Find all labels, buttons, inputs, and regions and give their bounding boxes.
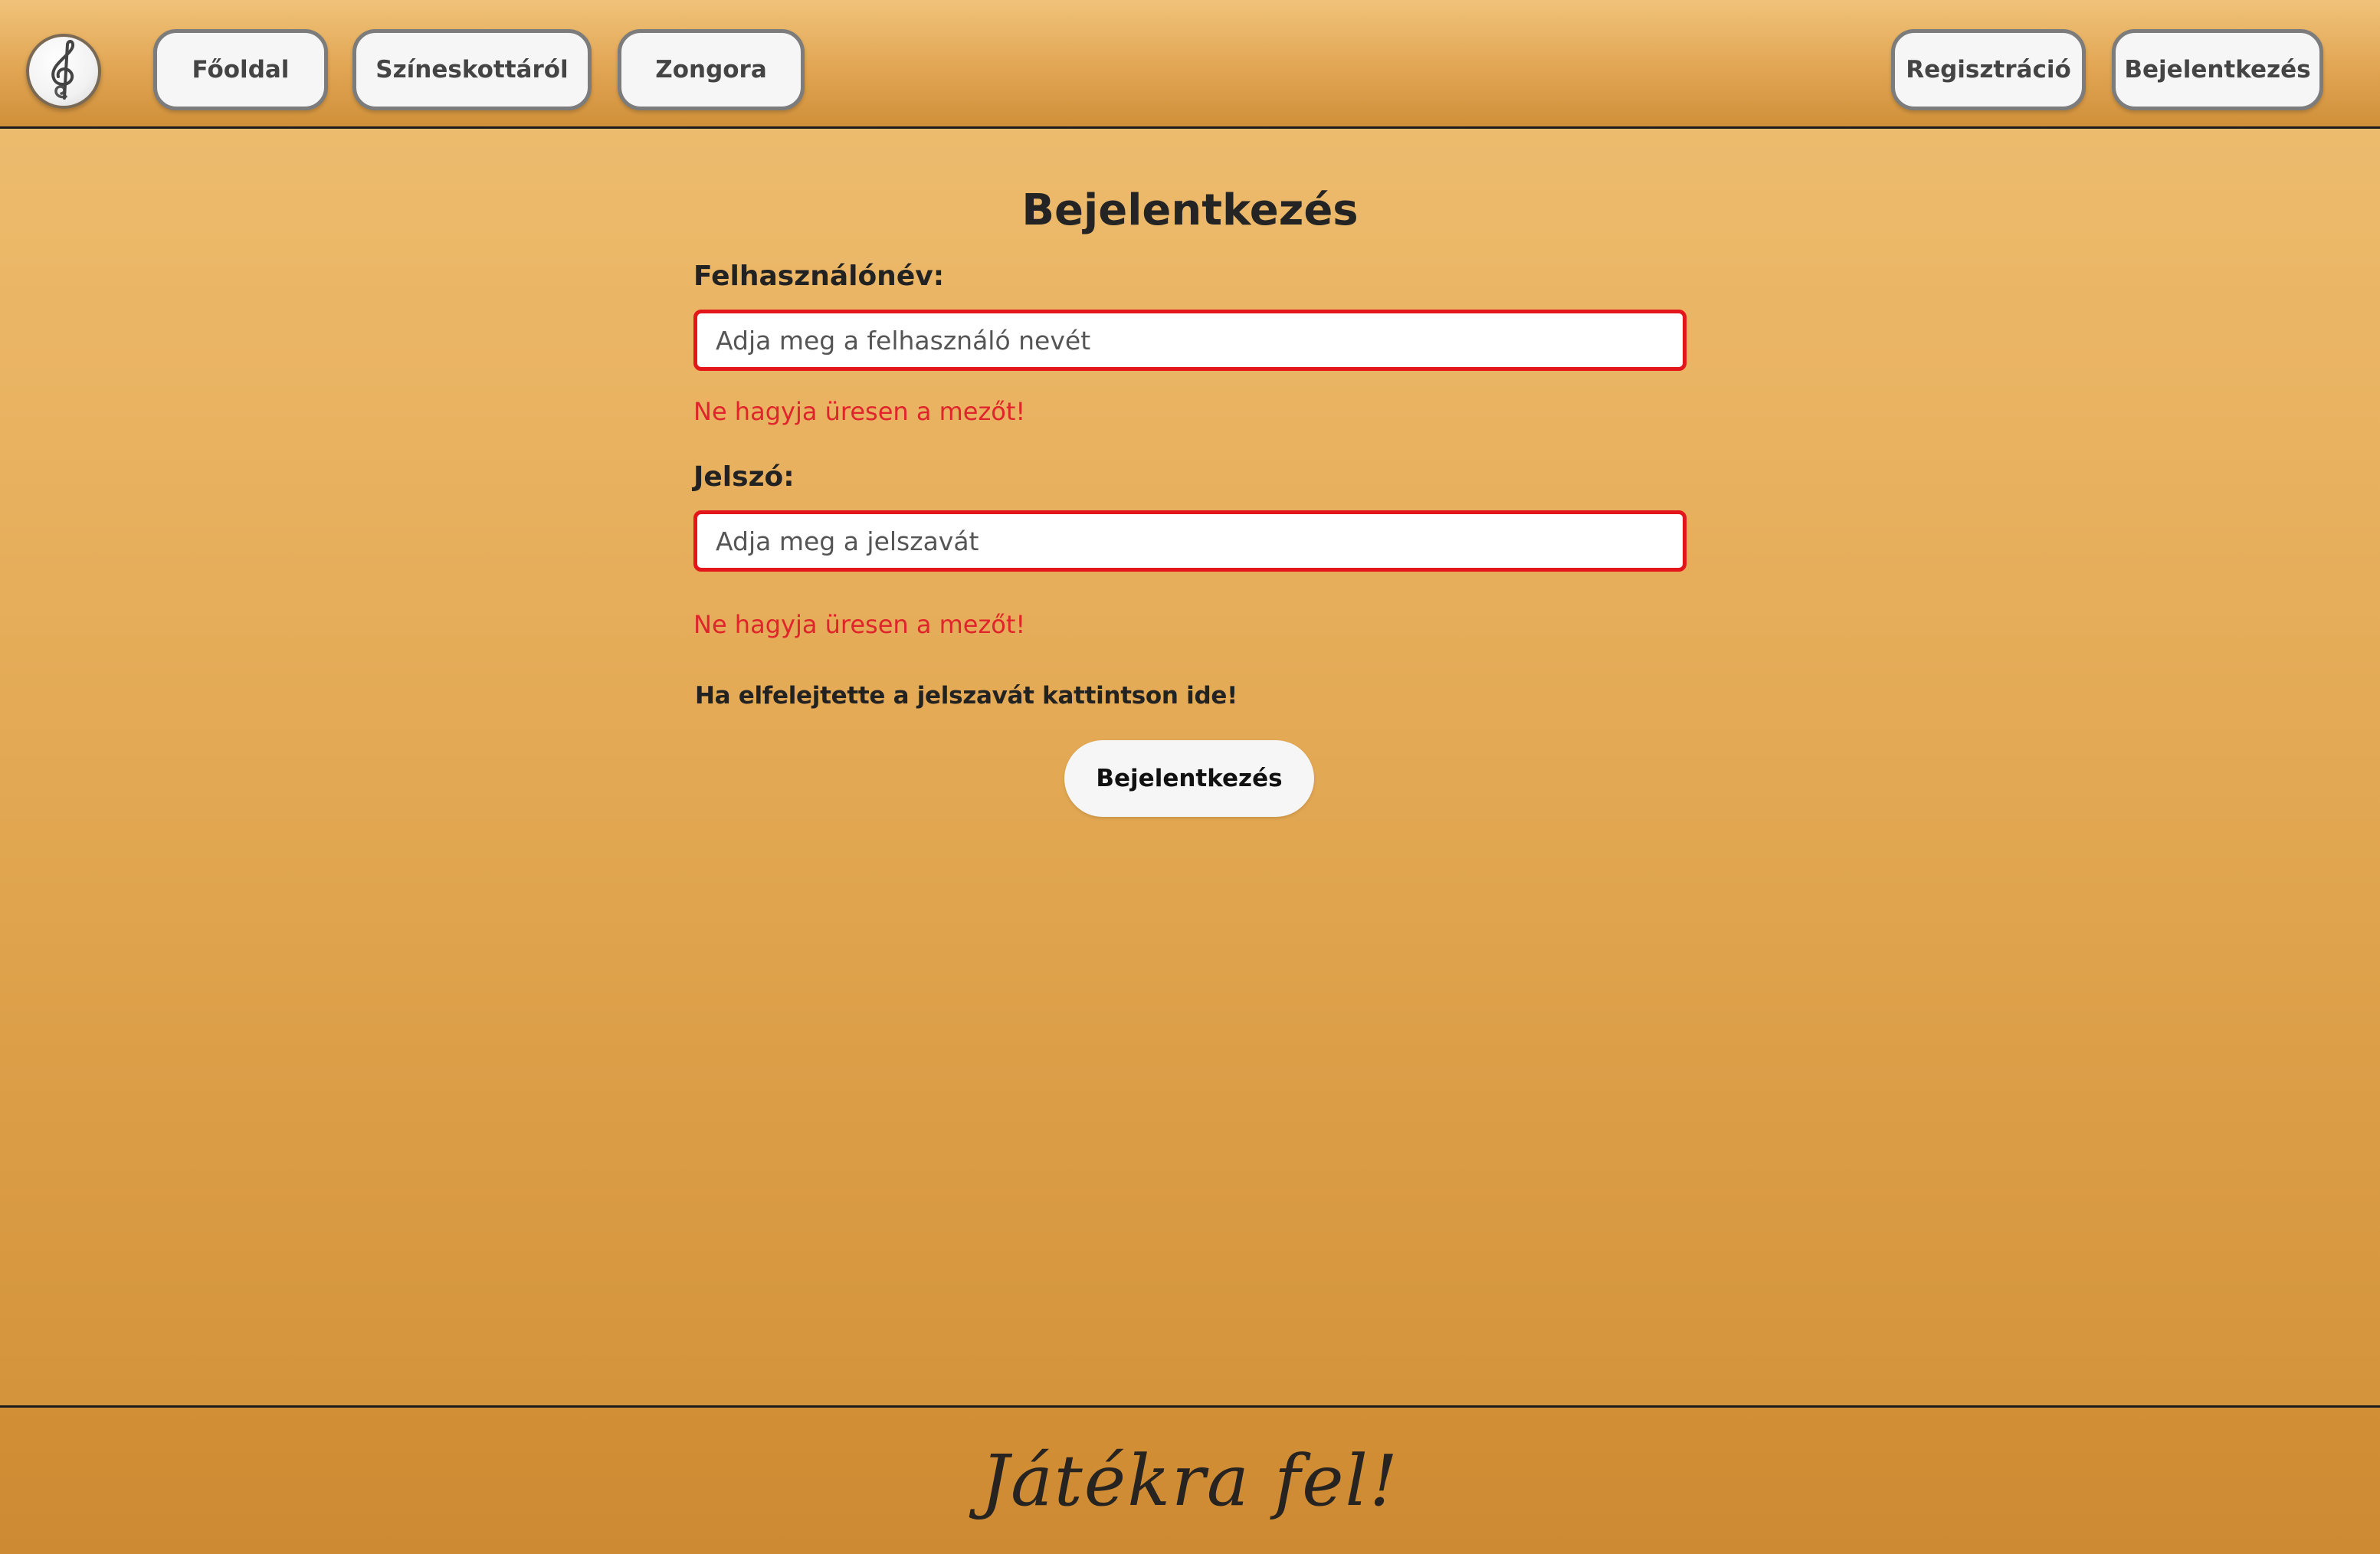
nav-home-button[interactable]: Főoldal	[153, 29, 328, 110]
login-submit-button[interactable]: Bejelentkezés	[1064, 740, 1314, 817]
footer-slogan: Játékra fel!	[981, 1440, 1399, 1522]
username-error-message: Ne hagyja üresen a mezőt!	[693, 397, 1026, 426]
nav-piano-button[interactable]: Zongora	[618, 29, 805, 110]
page-title: Bejelentkezés	[1021, 185, 1359, 235]
treble-clef-icon	[37, 38, 90, 104]
username-input[interactable]	[693, 310, 1687, 371]
logo[interactable]	[26, 34, 101, 109]
nav-register-button[interactable]: Regisztráció	[1891, 29, 2086, 110]
password-error-message: Ne hagyja üresen a mezőt!	[693, 610, 1026, 639]
password-input[interactable]	[693, 510, 1687, 572]
nav-login-button[interactable]: Bejelentkezés	[2112, 29, 2323, 110]
forgot-password-link[interactable]: Ha elfelejtette a jelszavát kattintson i…	[695, 682, 1238, 710]
username-label: Felhasználónév:	[693, 261, 945, 292]
password-label: Jelszó:	[693, 461, 795, 493]
top-navbar: Főoldal Színeskottáról Zongora Regisztrá…	[0, 0, 2380, 129]
footer: Játékra fel!	[0, 1405, 2380, 1554]
nav-colornotes-button[interactable]: Színeskottáról	[352, 29, 592, 110]
